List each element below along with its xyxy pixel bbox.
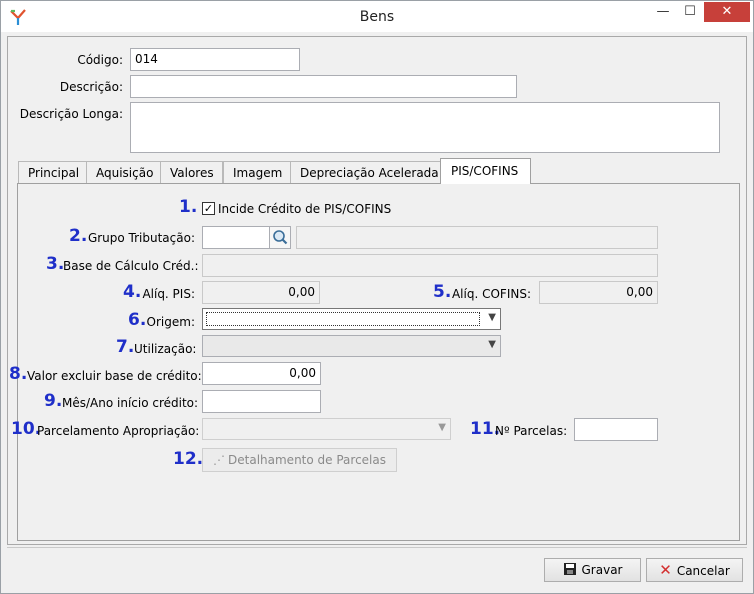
step-number-3: 3.: [46, 254, 65, 274]
chevron-down-icon: ▼: [488, 339, 496, 350]
valor-excluir-label: Valor excluir base de crédito:: [27, 369, 202, 383]
aliq-pis-input: 0,00: [202, 281, 320, 304]
grupo-tributacao-desc-input: [296, 226, 658, 249]
tab-principal[interactable]: Principal: [18, 161, 89, 183]
descricao-label: Descrição:: [59, 80, 123, 94]
utilizacao-select[interactable]: ▼: [202, 335, 501, 357]
tab-aquisicao[interactable]: Aquisição: [86, 161, 163, 183]
base-calculo-input: [202, 254, 658, 277]
grupo-search-button[interactable]: [269, 226, 291, 249]
utilizacao-label: Utilização:: [134, 342, 197, 356]
incide-credito-label: Incide Crédito de PIS/COFINS: [218, 202, 392, 216]
grupo-tributacao-label: Grupo Tributação:: [87, 231, 195, 245]
aliq-cofins-input: 0,00: [539, 281, 658, 304]
step-number-4: 4.: [123, 282, 142, 302]
footer-divider: [7, 547, 747, 548]
maximize-button[interactable]: ☐: [677, 2, 703, 22]
step-number-7: 7.: [116, 337, 135, 357]
base-calculo-label: Base de Cálculo Créd.:: [63, 259, 199, 273]
focus-ring: [206, 312, 480, 326]
codigo-label: Código:: [77, 53, 123, 67]
n-parcelas-input[interactable]: [574, 418, 658, 441]
n-parcelas-label: Nº Parcelas:: [495, 424, 568, 438]
tab-imagem[interactable]: Imagem: [223, 161, 292, 183]
step-number-8: 8.: [9, 364, 28, 384]
step-number-2: 2.: [69, 226, 88, 246]
detalhamento-parcelas-label: Detalhamento de Parcelas: [228, 453, 386, 467]
gravar-label: Gravar: [581, 563, 623, 577]
search-icon: [273, 230, 288, 245]
aliq-cofins-label: Alíq. COFINS:: [451, 287, 531, 301]
minimize-button[interactable]: —: [650, 2, 676, 22]
tab-pis-cofins[interactable]: PIS/COFINS: [440, 158, 531, 184]
step-number-9: 9.: [44, 391, 63, 411]
origem-label: Origem:: [146, 315, 195, 329]
descricao-input[interactable]: [130, 75, 517, 98]
mes-ano-label: Mês/Ano início crédito:: [62, 396, 199, 410]
tab-valores[interactable]: Valores: [160, 161, 223, 183]
title-bar: Bens — ☐ ✕: [1, 1, 753, 32]
mes-ano-input[interactable]: [202, 390, 321, 413]
codigo-input[interactable]: 014: [130, 48, 300, 71]
tab-depreciacao-acelerada[interactable]: Depreciação Acelerada: [290, 161, 448, 183]
descricao-longa-label: Descrição Longa:: [19, 107, 123, 121]
grupo-tributacao-code-input[interactable]: [202, 226, 270, 249]
parcelamento-label: Parcelamento Apropriação:: [37, 424, 200, 438]
descricao-longa-textarea[interactable]: [130, 102, 720, 153]
step-number-5: 5.: [433, 282, 452, 302]
origem-select[interactable]: ▼: [202, 308, 501, 330]
chevron-down-icon: ▼: [438, 422, 446, 433]
save-icon: [563, 563, 576, 575]
step-number-12: 12.: [173, 449, 204, 469]
window-title: Bens: [359, 9, 395, 25]
close-button[interactable]: ✕: [704, 2, 750, 22]
cancel-x-icon: ✕: [659, 561, 672, 579]
chevron-down-icon: ▼: [488, 312, 496, 323]
step-number-1: 1.: [179, 197, 198, 217]
parcelamento-select[interactable]: ▼: [202, 418, 451, 440]
aliq-pis-label: Alíq. PIS:: [142, 287, 195, 301]
step-number-6: 6.: [128, 310, 147, 330]
incide-credito-checkbox[interactable]: ✓: [202, 202, 215, 215]
cancelar-label: Cancelar: [676, 564, 730, 578]
valor-excluir-input[interactable]: 0,00: [202, 362, 321, 385]
tree-icon: ⋰: [213, 453, 226, 467]
detalhamento-parcelas-button[interactable]: ⋰ Detalhamento de Parcelas: [202, 448, 397, 472]
bens-window: Bens — ☐ ✕ Código: 014 Descrição: Descri…: [0, 0, 754, 594]
gravar-button[interactable]: Gravar: [544, 558, 641, 582]
cancelar-button[interactable]: ✕ Cancelar: [646, 558, 743, 582]
